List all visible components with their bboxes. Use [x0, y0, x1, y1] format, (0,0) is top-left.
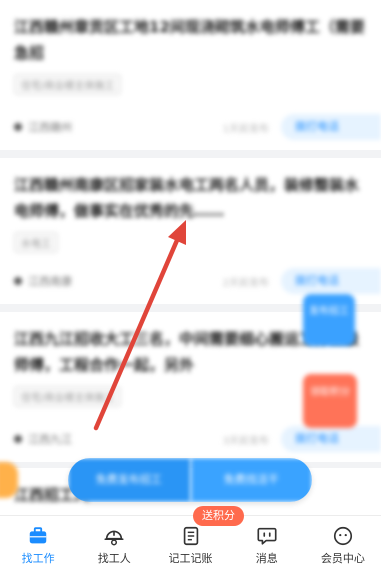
job-card-footer: 江西九江 3天前发布 拨打电话 — [14, 426, 381, 452]
post-job-button[interactable]: 免费发布招工 — [68, 458, 191, 502]
job-card[interactable]: 江西赣州章贡区工地12间现浇砌筑水电师傅工（需要急招 住宅/商业楼主体施工 江西… — [0, 0, 381, 150]
location-icon — [14, 277, 22, 285]
tab-label: 消息 — [255, 552, 278, 565]
job-tag: 住宅/商业楼主体施工 — [14, 386, 122, 407]
member-icon — [333, 526, 352, 546]
post-job-float-button[interactable]: 发布招工 — [303, 294, 355, 346]
job-title: 江西赣州南康区招家装水电工两名人员，装修整装水电师傅，做事实在优秀的先…… — [14, 176, 360, 220]
job-location: 江西南康 — [28, 275, 72, 288]
call-button[interactable]: 拨打电话 — [281, 268, 381, 294]
tab-label: 记工记账 — [168, 552, 213, 565]
job-card-content: 江西赣州章贡区工地12间现浇砌筑水电师傅工（需要急招 住宅/商业楼主体施工 — [14, 0, 367, 95]
job-time: 2天前发布 — [222, 277, 269, 289]
tab-label: 找工作 — [21, 552, 55, 565]
job-feed[interactable]: 江西赣州章贡区工地12间现浇砌筑水电师傅工（需要急招 住宅/商业楼主体施工 江西… — [0, 0, 381, 515]
tab-label: 会员中心 — [320, 552, 365, 565]
tab-find-workers[interactable]: 找工人 — [76, 516, 152, 567]
job-location: 江西赣州 — [28, 121, 72, 134]
job-title: 江西赣州章贡区工地12间现浇砌筑水电师傅工（需要急招 — [14, 18, 365, 62]
tab-label: 找工人 — [97, 552, 131, 565]
message-icon — [257, 527, 277, 545]
call-button[interactable]: 拨打电话 — [281, 426, 381, 452]
helmet-icon — [104, 530, 124, 546]
tab-find-job[interactable]: 找工作 — [0, 516, 76, 567]
job-tag: 水电工 — [14, 232, 58, 253]
points-badge[interactable]: 送积分 — [193, 506, 244, 526]
action-pill: 免费发布招工 免费找活干 — [68, 458, 312, 502]
job-time: 1天前发布 — [222, 123, 269, 135]
tab-member-center[interactable]: 会员中心 — [305, 516, 381, 567]
location-icon — [14, 435, 22, 443]
call-button[interactable]: 拨打电话 — [281, 114, 381, 140]
job-card-footer: 江西南康 2天前发布 拨打电话 — [14, 268, 381, 294]
find-work-button[interactable]: 免费找活干 — [190, 458, 312, 502]
ledger-icon — [183, 526, 198, 546]
job-card-footer: 江西赣州 1天前发布 拨打电话 — [14, 114, 381, 140]
job-card[interactable]: 江西赣州南康区招家装水电工两名人员，装修整装水电师傅，做事实在优秀的先…… 水电… — [0, 158, 381, 304]
side-badge[interactable] — [0, 462, 18, 498]
job-card-content: 江西赣州南康区招家装水电工两名人员，装修整装水电师傅，做事实在优秀的先…… 水电… — [14, 158, 367, 253]
location-icon — [14, 123, 22, 131]
job-location: 江西九江 — [28, 433, 72, 446]
job-tag: 住宅/商业楼主体施工 — [14, 74, 122, 95]
bottom-tab-bar: 找工作 找工人 记工记账 消息 会员中心 — [0, 515, 381, 567]
points-float-button[interactable]: 领取积分 — [303, 374, 357, 428]
briefcase-icon — [29, 527, 47, 544]
job-time: 3天前发布 — [222, 435, 269, 447]
